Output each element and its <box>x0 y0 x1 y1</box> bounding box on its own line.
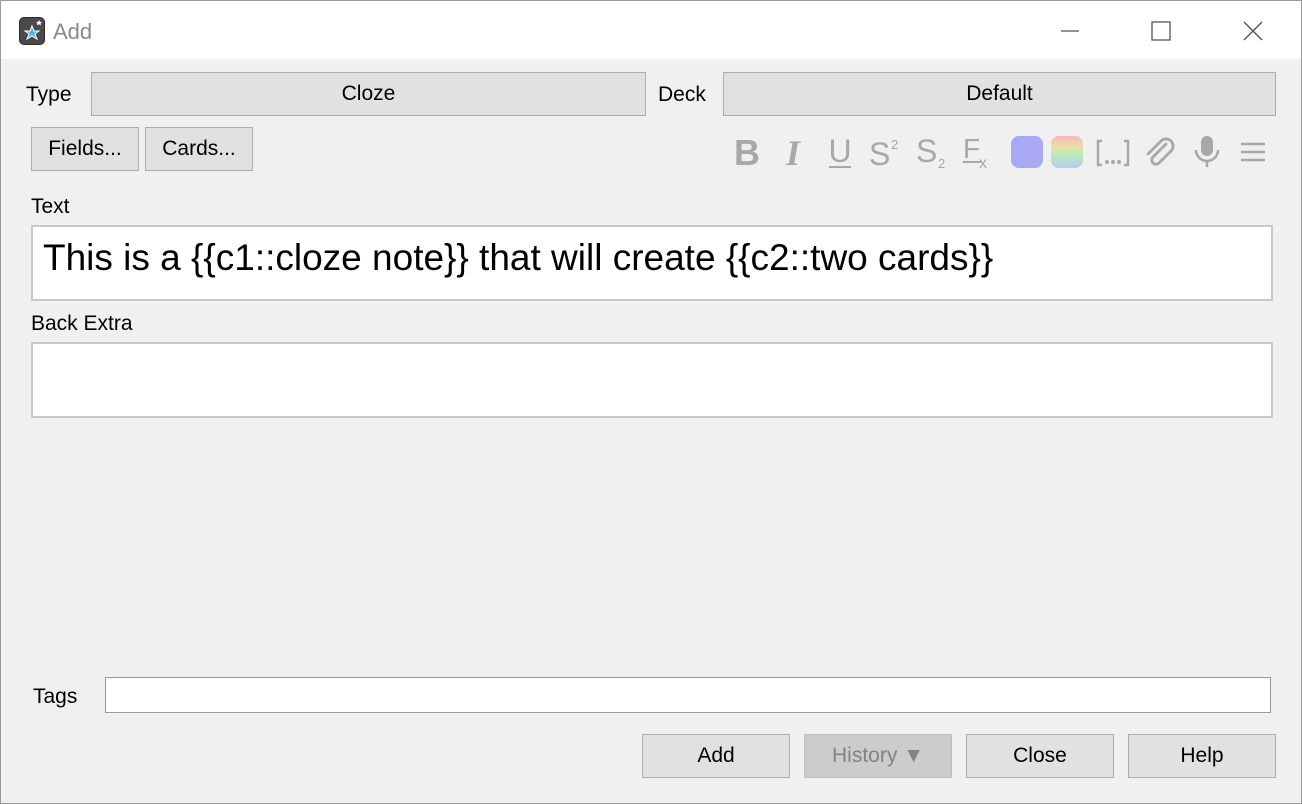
minimize-icon <box>1060 21 1080 41</box>
anki-app-icon <box>19 17 45 45</box>
close-icon <box>1242 20 1264 42</box>
add-button[interactable]: Add <box>642 734 790 778</box>
svg-text:B: B <box>734 135 760 169</box>
maximize-button[interactable] <box>1138 11 1184 51</box>
title-bar: Add <box>1 1 1301 59</box>
close-button[interactable]: Close <box>966 734 1114 778</box>
tags-label: Tags <box>33 685 78 708</box>
svg-text:I: I <box>785 135 802 169</box>
note-type-selector[interactable]: Cloze <box>91 72 646 116</box>
italic-icon[interactable]: I <box>775 133 811 171</box>
text-field-editor[interactable]: This is a {{c1::cloze note}} that will c… <box>31 225 1273 301</box>
text-color-icon[interactable] <box>1009 133 1045 171</box>
superscript-icon[interactable]: S2 <box>867 133 903 171</box>
text-field-label: Text <box>31 195 70 218</box>
svg-text:F: F <box>963 134 980 164</box>
text-field-content: This is a {{c1::cloze note}} that will c… <box>43 237 994 278</box>
help-button[interactable]: Help <box>1128 734 1276 778</box>
minimize-button[interactable] <box>1047 11 1093 51</box>
back-extra-editor[interactable] <box>31 342 1273 418</box>
window-title: Add <box>53 19 93 44</box>
cards-button[interactable]: Cards... <box>145 127 253 171</box>
record-audio-icon[interactable] <box>1189 133 1225 171</box>
deck-value: Default <box>966 82 1033 105</box>
svg-text:x: x <box>979 155 987 170</box>
history-button[interactable]: History ▼ <box>804 734 952 778</box>
svg-text:S: S <box>916 135 937 169</box>
add-note-window: Add Type Cloze Deck Default Fields... Ca… <box>0 0 1302 804</box>
bold-icon[interactable]: B <box>729 133 765 171</box>
highlight-color-swatch <box>1051 136 1083 168</box>
deck-label: Deck <box>658 83 706 106</box>
svg-text:S: S <box>869 136 890 169</box>
svg-text:2: 2 <box>938 156 945 169</box>
close-window-button[interactable] <box>1230 11 1276 51</box>
more-menu-icon[interactable] <box>1235 133 1271 171</box>
maximize-icon <box>1151 21 1171 41</box>
svg-text:U: U <box>828 135 851 169</box>
subscript-icon[interactable]: S2 <box>914 133 950 171</box>
highlight-color-icon[interactable] <box>1049 133 1085 171</box>
tags-input[interactable] <box>105 677 1271 713</box>
underline-icon[interactable]: U <box>822 133 858 171</box>
fields-button[interactable]: Fields... <box>31 127 139 171</box>
attachment-icon[interactable] <box>1141 133 1177 171</box>
clear-formatting-icon[interactable]: Fx <box>961 133 997 171</box>
deck-selector[interactable]: Default <box>723 72 1276 116</box>
cloze-icon[interactable] <box>1095 133 1131 171</box>
svg-text:2: 2 <box>891 137 898 152</box>
back-extra-label: Back Extra <box>31 312 133 335</box>
type-label: Type <box>26 83 72 106</box>
note-type-value: Cloze <box>341 82 396 105</box>
text-color-swatch <box>1011 136 1043 168</box>
